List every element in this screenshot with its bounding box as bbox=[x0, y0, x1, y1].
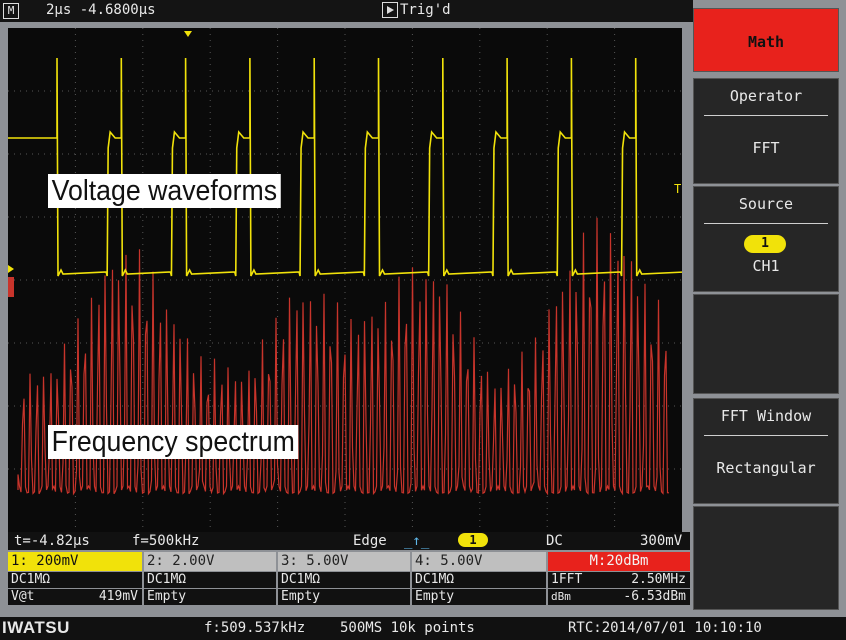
trigger-source-badge: 1 bbox=[458, 533, 488, 547]
source-title: Source bbox=[738, 195, 794, 213]
source-value: CH1 bbox=[752, 257, 780, 275]
trigger-level-marker: T bbox=[674, 182, 681, 196]
trigger-status-text: Trig'd bbox=[400, 2, 451, 18]
ch3-scale[interactable]: 3: 5.00V bbox=[278, 552, 410, 571]
fft-window-value: Rectangular bbox=[716, 459, 816, 477]
ch3-measurement: Empty bbox=[278, 589, 410, 605]
ch2-scale[interactable]: 2: 2.00V bbox=[144, 552, 276, 571]
empty-softkey-bottom[interactable] bbox=[693, 506, 839, 610]
fft-window-title: FFT Window bbox=[720, 407, 812, 425]
fft-window-divider bbox=[704, 435, 828, 436]
ch1-measure-value: 419mV bbox=[98, 589, 138, 604]
ch4-measurement: Empty bbox=[412, 589, 546, 605]
rtc-clock: RTC:2014/07/01 10:10:10 bbox=[568, 620, 762, 636]
measured-frequency: f:509.537kHz bbox=[204, 620, 306, 636]
ch4-coupling: DC1MΩ bbox=[412, 572, 546, 588]
math-menu-label: Math bbox=[747, 33, 785, 51]
math-marker bbox=[8, 277, 14, 297]
operator-value: FFT bbox=[752, 139, 780, 157]
trigger-position-marker bbox=[184, 31, 192, 37]
math-menu-button[interactable]: Math bbox=[693, 8, 839, 72]
ch3-coupling: DC1MΩ bbox=[278, 572, 410, 588]
source-button[interactable]: Source 1 CH1 bbox=[693, 186, 839, 292]
math-function-info: 1FFT 2.50MHz bbox=[548, 572, 690, 588]
mode-icon: M bbox=[3, 3, 19, 19]
source-channel-badge: 1 bbox=[744, 235, 786, 253]
trigger-coupling: DC bbox=[546, 533, 563, 549]
math-scale[interactable]: M:20dBm bbox=[548, 552, 690, 571]
waveform-display: T Voltage waveforms Frequency spectrum bbox=[8, 28, 682, 532]
run-icon bbox=[382, 2, 398, 18]
operator-title: Operator bbox=[729, 87, 803, 105]
trigger-level: 300mV bbox=[640, 533, 683, 549]
operator-divider bbox=[704, 115, 828, 116]
frequency-label: Frequency spectrum bbox=[48, 425, 299, 459]
brand-logo: IWATSU bbox=[2, 618, 70, 637]
math-level: -6.53dBm bbox=[623, 589, 686, 604]
ch4-scale[interactable]: 4: 5.00V bbox=[412, 552, 546, 571]
trigger-status-line: t=-4.82µs f=500kHz Edge _↑_ 1 DC 300mV bbox=[8, 532, 690, 550]
ch2-coupling: DC1MΩ bbox=[144, 572, 276, 588]
voltage-label: Voltage waveforms bbox=[48, 174, 281, 208]
math-center-frequency: 2.50MHz bbox=[631, 572, 686, 587]
top-status-bar: M 2µs -4.6800µs Trig'd bbox=[0, 0, 693, 22]
edge-rising-icon: _↑_ bbox=[404, 533, 430, 549]
trigger-type: Edge bbox=[353, 533, 387, 549]
ch2-measurement: Empty bbox=[144, 589, 276, 605]
ch1-measure-label: V@t bbox=[11, 589, 35, 604]
ch1-measurement: V@t 419mV bbox=[8, 589, 142, 605]
empty-softkey[interactable] bbox=[693, 294, 839, 394]
cursor-frequency: f=500kHz bbox=[132, 533, 200, 549]
trigger-status: Trig'd bbox=[382, 2, 451, 18]
ch1-coupling: DC1MΩ bbox=[8, 572, 142, 588]
bottom-info-bar: IWATSU f:509.537kHz 500MS 10k points RTC… bbox=[0, 617, 846, 640]
cursor-time: t=-4.82µs bbox=[14, 533, 90, 549]
timebase-readout: 2µs -4.6800µs bbox=[46, 2, 156, 18]
ch1-ground-marker bbox=[8, 265, 14, 273]
math-function: 1FFT bbox=[551, 572, 583, 587]
operator-button[interactable]: Operator FFT bbox=[693, 78, 839, 184]
ch1-scale[interactable]: 1: 200mV bbox=[8, 552, 142, 571]
source-divider bbox=[704, 223, 828, 224]
sample-info: 500MS 10k points bbox=[340, 620, 475, 636]
math-measurement: dBm -6.53dBm bbox=[548, 589, 690, 605]
fft-window-button[interactable]: FFT Window Rectangular bbox=[693, 398, 839, 504]
math-unit: dBm bbox=[551, 590, 571, 603]
